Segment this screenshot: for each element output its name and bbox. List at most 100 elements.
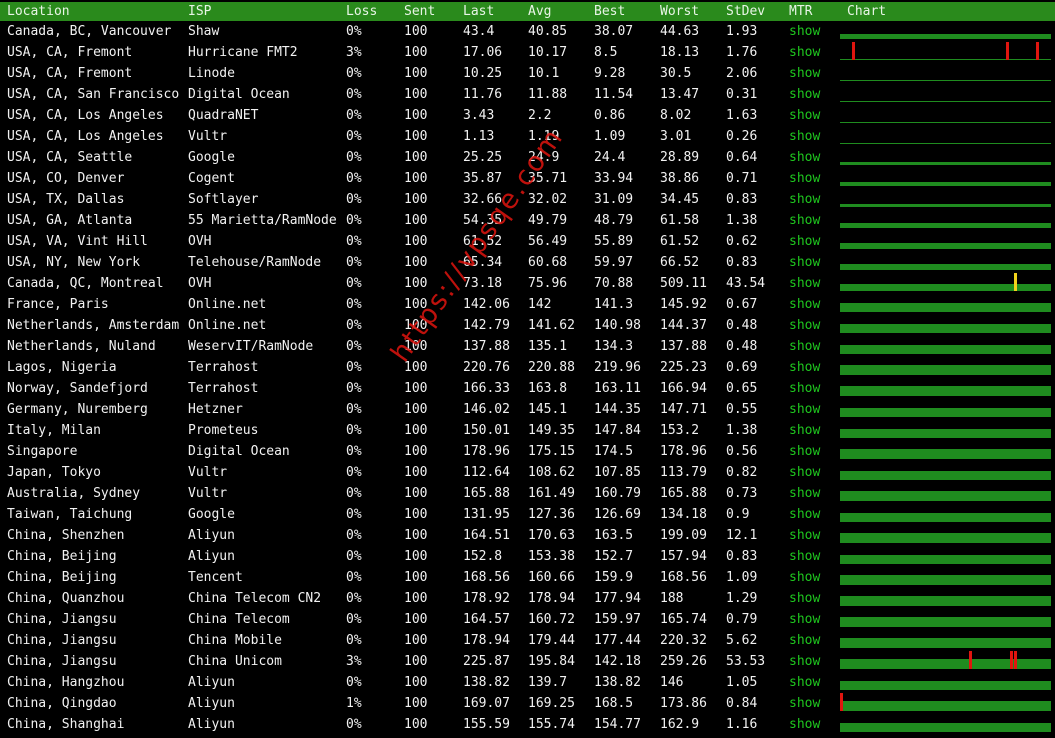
mtr-show-link[interactable]: show: [782, 441, 840, 462]
cell-last: 142.79: [463, 318, 510, 333]
cell-worst: 178.96: [660, 444, 707, 459]
mtr-show-link[interactable]: show: [782, 714, 840, 735]
sparkline-bar: [840, 575, 1051, 585]
latency-sparkline: [840, 90, 1051, 102]
mtr-show-link[interactable]: show: [782, 84, 840, 105]
table-row: Japan, Tokyo Vultr 0% 100 112.64 108.62 107.85…: [0, 462, 1055, 483]
mtr-show-link[interactable]: show: [782, 42, 840, 63]
mtr-show-link[interactable]: show: [782, 420, 840, 441]
table-row: China, Beijing Tencent 0% 100 168.56 160.66 15…: [0, 567, 1055, 588]
latency-sparkline: [840, 195, 1051, 207]
table-row: Singapore Digital Ocean 0% 100 178.96 175.15 1…: [0, 441, 1055, 462]
mtr-show-link[interactable]: show: [782, 672, 840, 693]
cell-stdev: 2.06: [726, 66, 758, 81]
cell-chart: [840, 357, 1055, 378]
cell-stdev: 43.54: [726, 276, 766, 291]
cell-chart: [840, 336, 1055, 357]
mtr-show-link[interactable]: show: [782, 651, 840, 672]
cell-last: 168.56: [463, 570, 510, 585]
cell-avg: 161.49: [528, 486, 575, 501]
cell-isp: China Mobile: [188, 633, 282, 648]
cell-best: 159.97: [594, 612, 641, 627]
cell-avg: 149.35: [528, 423, 575, 438]
mtr-show-link[interactable]: show: [782, 252, 840, 273]
sparkline-bar: [840, 59, 1051, 60]
cell-last: 165.88: [463, 486, 510, 501]
table-row: USA, CA, Fremont Linode 0% 100 10.25 10.1 9.28…: [0, 63, 1055, 84]
mtr-show-link[interactable]: show: [782, 336, 840, 357]
cell-location: China, Quanzhou: [7, 591, 125, 606]
latency-sparkline: [840, 594, 1051, 606]
sparkline-bar: [840, 143, 1051, 144]
cell-location: Netherlands, Amsterdam: [7, 318, 180, 333]
mtr-show-link[interactable]: show: [782, 231, 840, 252]
sparkline-bar: [840, 429, 1051, 438]
mtr-show-link[interactable]: show: [782, 357, 840, 378]
cell-loss: 0%: [346, 570, 362, 585]
mtr-show-link[interactable]: show: [782, 63, 840, 84]
cell-isp: Aliyun: [188, 717, 235, 732]
mtr-show-link[interactable]: show: [782, 399, 840, 420]
column-header-mtr: MTR: [789, 4, 813, 19]
cell-isp: OVH: [188, 234, 212, 249]
cell-last: 178.94: [463, 633, 510, 648]
mtr-show-link[interactable]: show: [782, 609, 840, 630]
cell-stdev: 0.71: [726, 171, 758, 186]
cell-worst: 8.02: [660, 108, 692, 123]
latency-sparkline: [840, 174, 1051, 186]
cell-sent: 100: [404, 675, 428, 690]
mtr-show-link[interactable]: show: [782, 21, 840, 42]
cell-avg: 160.72: [528, 612, 575, 627]
mtr-show-link[interactable]: show: [782, 168, 840, 189]
mtr-show-link[interactable]: show: [782, 567, 840, 588]
cell-location: USA, CA, Seattle: [7, 150, 133, 165]
cell-stdev: 0.69: [726, 360, 758, 375]
sparkline-bar: [840, 617, 1051, 627]
mtr-show-link[interactable]: show: [782, 588, 840, 609]
mtr-show-link[interactable]: show: [782, 462, 840, 483]
mtr-show-link[interactable]: show: [782, 693, 840, 714]
table-row: China, Beijing Aliyun 0% 100 152.8 153.38 152.…: [0, 546, 1055, 567]
cell-sent: 100: [404, 549, 428, 564]
sparkline-bar: [840, 723, 1051, 732]
mtr-show-link[interactable]: show: [782, 126, 840, 147]
cell-isp: Online.net: [188, 318, 267, 333]
cell-loss: 0%: [346, 591, 362, 606]
latency-sparkline: [840, 216, 1051, 228]
cell-loss: 0%: [346, 297, 362, 312]
cell-stdev: 1.05: [726, 675, 758, 690]
cell-best: 48.79: [594, 213, 634, 228]
cell-avg: 35.71: [528, 171, 568, 186]
cell-avg: 153.38: [528, 549, 575, 564]
cell-isp: Aliyun: [188, 528, 235, 543]
cell-stdev: 0.82: [726, 465, 758, 480]
cell-avg: 108.62: [528, 465, 575, 480]
mtr-show-link[interactable]: show: [782, 273, 840, 294]
mtr-show-link[interactable]: show: [782, 525, 840, 546]
mtr-show-link[interactable]: show: [782, 378, 840, 399]
mtr-show-link[interactable]: show: [782, 504, 840, 525]
cell-sent: 100: [404, 423, 428, 438]
cell-stdev: 0.56: [726, 444, 758, 459]
cell-last: 65.34: [463, 255, 503, 270]
table-row: China, Quanzhou China Telecom CN2 0% 100 178…: [0, 588, 1055, 609]
cell-isp: QuadraNET: [188, 108, 259, 123]
cell-stdev: 1.29: [726, 591, 758, 606]
mtr-show-link[interactable]: show: [782, 105, 840, 126]
mtr-show-link[interactable]: show: [782, 546, 840, 567]
cell-sent: 100: [404, 654, 428, 669]
mtr-show-link[interactable]: show: [782, 294, 840, 315]
mtr-show-link[interactable]: show: [782, 147, 840, 168]
cell-worst: 165.74: [660, 612, 707, 627]
cell-loss: 0%: [346, 66, 362, 81]
mtr-show-link[interactable]: show: [782, 315, 840, 336]
cell-location: USA, VA, Vint Hill: [7, 234, 148, 249]
mtr-show-link[interactable]: show: [782, 210, 840, 231]
mtr-show-link[interactable]: show: [782, 630, 840, 651]
cell-location: USA, NY, New York: [7, 255, 141, 270]
cell-stdev: 0.48: [726, 318, 758, 333]
mtr-show-link[interactable]: show: [782, 189, 840, 210]
mtr-show-link[interactable]: show: [782, 483, 840, 504]
column-header-chart: Chart: [847, 4, 887, 19]
packet-loss-spike: [1009, 651, 1013, 669]
